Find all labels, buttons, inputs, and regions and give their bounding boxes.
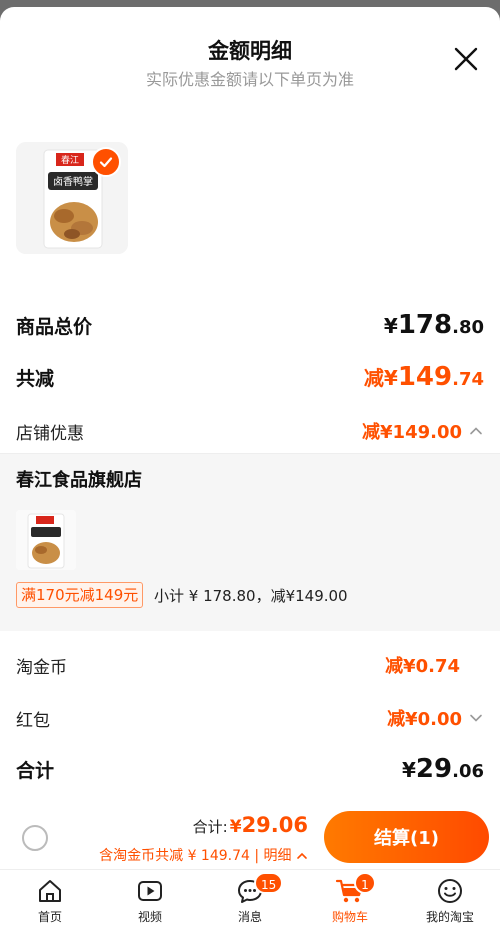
store-name[interactable]: 春江食品旗舰店 bbox=[16, 466, 142, 492]
sheet-title: 金额明细 bbox=[208, 39, 292, 63]
home-icon bbox=[39, 880, 61, 902]
tab-label: 消息 bbox=[237, 910, 262, 924]
tab-label: 视频 bbox=[137, 910, 162, 924]
total-discount-label: 共减 bbox=[16, 367, 55, 390]
store-discount-label: 店铺优惠 bbox=[16, 423, 84, 444]
taojinbi-label: 淘金币 bbox=[16, 657, 67, 678]
grand-total-row: 合计 ¥29.06 bbox=[0, 749, 500, 789]
promo-tag: 满170元减149元 bbox=[16, 582, 144, 608]
grand-total-label: 合计 bbox=[16, 759, 55, 782]
taojinbi-value: 减¥0.74 bbox=[385, 656, 460, 677]
store-discount-value: 减¥149.00 bbox=[362, 422, 462, 443]
tab-messages[interactable]: 15 消息 bbox=[200, 870, 300, 928]
grand-total-value: ¥29.06 bbox=[402, 754, 484, 784]
total-price-value: ¥178.80 bbox=[383, 310, 484, 340]
amount-detail-sheet: 金额明细 实际优惠金额请以下单页为准 春江 卤香鸭掌 商品总价 ¥178.80 bbox=[0, 7, 500, 928]
hongbao-label: 红包 bbox=[16, 710, 50, 731]
chevron-down-icon bbox=[470, 714, 482, 722]
store-product-image bbox=[16, 510, 76, 570]
bottom-total-currency: ¥ bbox=[229, 817, 242, 837]
taojinbi-row: 淘金币 减¥0.74 bbox=[0, 647, 500, 683]
total-discount-row: 共减 减¥ 149.74 bbox=[0, 357, 500, 397]
coin-discount-detail-link[interactable]: 含淘金币共减 ¥ 149.74 | 明细 bbox=[99, 845, 308, 865]
package-name-text: 卤香鸭掌 bbox=[53, 175, 93, 188]
chevron-up-icon bbox=[297, 852, 307, 859]
bottom-total: 合计: ¥ 29.06 bbox=[193, 813, 308, 837]
message-count-badge: 15 bbox=[254, 872, 284, 894]
tab-my-taobao[interactable]: 我的淘宝 bbox=[400, 870, 500, 928]
cart-count-badge: 1 bbox=[354, 872, 376, 894]
total-price-label: 商品总价 bbox=[16, 315, 93, 338]
tab-home[interactable]: 首页 bbox=[0, 870, 100, 928]
bottom-total-label: 合计: bbox=[192, 818, 228, 836]
store-product-thumbnail[interactable] bbox=[16, 510, 76, 570]
bottom-tab-bar: 首页 视频 15 消息 1 购物车 我的淘宝 bbox=[0, 869, 500, 928]
store-discount-row[interactable]: 店铺优惠 减¥149.00 bbox=[0, 413, 500, 449]
sheet-subtitle: 实际优惠金额请以下单页为准 bbox=[145, 70, 354, 89]
hongbao-value: 减¥0.00 bbox=[387, 709, 462, 730]
tab-cart[interactable]: 1 购物车 bbox=[300, 870, 400, 928]
profile-icon bbox=[438, 879, 462, 903]
product-selected-check[interactable] bbox=[91, 147, 121, 177]
settlement-bar: 合计: ¥ 29.06 含淘金币共减 ¥ 149.74 | 明细 结算(1) bbox=[0, 799, 500, 869]
hongbao-row[interactable]: 红包 减¥0.00 bbox=[0, 700, 500, 736]
bottom-total-value: 29.06 bbox=[241, 813, 308, 837]
tab-label: 首页 bbox=[37, 910, 62, 924]
chevron-up-icon bbox=[470, 427, 482, 435]
total-price-row: 商品总价 ¥178.80 bbox=[0, 305, 500, 345]
tab-label: 我的淘宝 bbox=[425, 910, 474, 924]
video-icon bbox=[138, 881, 162, 901]
total-discount-value: 减¥ 149.74 bbox=[363, 362, 484, 392]
close-icon[interactable] bbox=[452, 45, 480, 73]
brand-logo-text: 春江 bbox=[61, 154, 79, 166]
select-all-radio[interactable] bbox=[22, 825, 48, 851]
store-discount-detail: 春江食品旗舰店 满170元减149元 小计 ¥ 178.80，减¥149.00 bbox=[0, 453, 500, 631]
checkout-button[interactable]: 结算(1) bbox=[324, 811, 489, 863]
tab-label: 购物车 bbox=[331, 910, 368, 924]
check-icon bbox=[99, 157, 113, 168]
store-subtotal: 小计 ¥ 178.80，减¥149.00 bbox=[154, 587, 348, 605]
tab-video[interactable]: 视频 bbox=[100, 870, 200, 928]
